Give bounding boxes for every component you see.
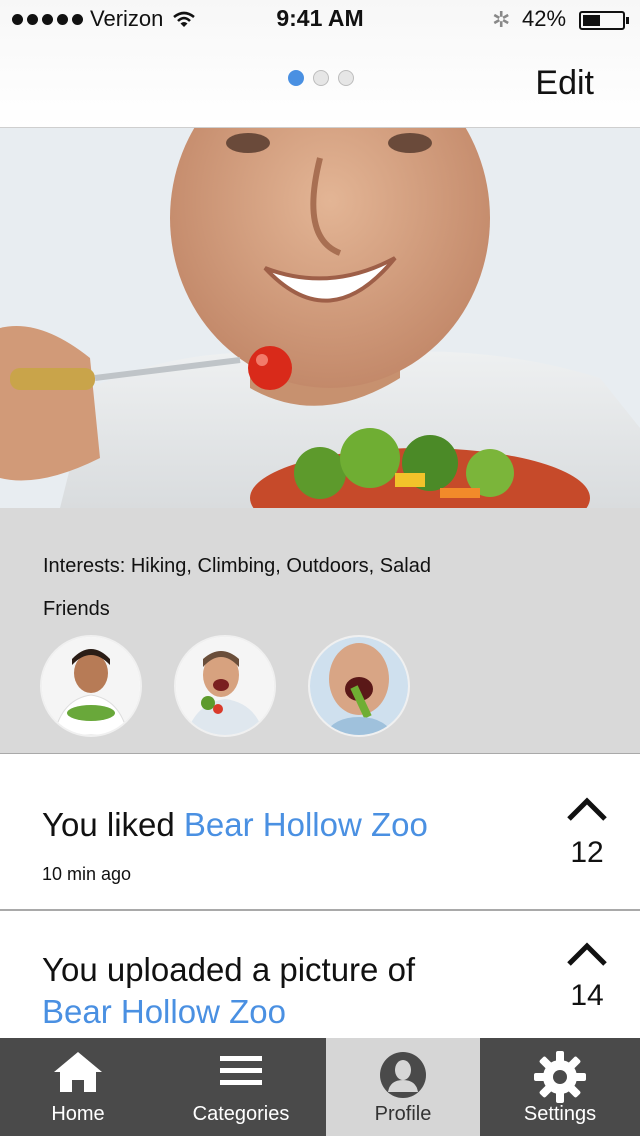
menu-icon <box>220 1056 262 1085</box>
battery-icon <box>579 11 629 30</box>
activity-text: You liked Bear Hollow Zoo <box>42 804 428 846</box>
profile-icon <box>380 1052 426 1098</box>
activity-verb: liked <box>97 806 184 843</box>
bluetooth-icon: ✲ <box>492 7 511 32</box>
tab-home[interactable]: Home <box>0 1038 156 1136</box>
profile-cover-photo <box>0 128 640 508</box>
place-link[interactable]: Bear Hollow Zoo <box>42 993 286 1030</box>
friends-heading: Friends <box>43 598 110 620</box>
place-link[interactable]: Bear Hollow Zoo <box>184 806 428 843</box>
profile-info-panel: Interests: Hiking, Climbing, Outdoors, S… <box>0 508 640 754</box>
gear-icon <box>534 1051 586 1103</box>
upvote-count: 14 <box>570 979 604 1012</box>
cover-photo-illustration <box>0 128 640 508</box>
upvote-count: 12 <box>570 836 604 869</box>
activity-timestamp: 10 min ago <box>42 864 132 884</box>
edit-button[interactable]: Edit <box>535 64 594 103</box>
tab-settings-label: Settings <box>523 1103 597 1125</box>
tab-categories[interactable]: Categories <box>156 1038 326 1136</box>
top-bar: Verizon 9:41 AM ✲ 42% Edit <box>0 0 640 128</box>
battery-percent: 42% <box>522 6 567 31</box>
activity-card[interactable]: You liked Bear Hollow Zoo 10 min ago 12 <box>0 753 640 910</box>
friend-avatar[interactable] <box>40 635 142 737</box>
tab-categories-label: Categories <box>192 1103 290 1125</box>
upvote-icon[interactable] <box>566 796 608 822</box>
friend-avatar[interactable] <box>174 635 276 737</box>
activity-verb: uploaded a picture of <box>97 951 416 988</box>
activity-text: You uploaded a picture of Bear Hollow Zo… <box>42 949 415 1033</box>
tab-settings[interactable]: Settings <box>480 1038 640 1136</box>
friend-avatar[interactable] <box>308 635 410 737</box>
tab-profile-label: Profile <box>374 1103 432 1125</box>
page-indicator[interactable] <box>288 70 354 86</box>
status-bar: Verizon 9:41 AM ✲ 42% <box>0 0 640 40</box>
tab-profile[interactable]: Profile <box>326 1038 480 1136</box>
activity-actor: You <box>42 806 98 843</box>
home-icon <box>54 1052 102 1092</box>
page-dot-2[interactable] <box>313 70 329 86</box>
page-dot-3[interactable] <box>338 70 354 86</box>
upvote-icon[interactable] <box>566 941 608 967</box>
activity-actor: You <box>42 951 98 988</box>
interests-text: Interests: Hiking, Climbing, Outdoors, S… <box>43 555 431 577</box>
page-dot-1[interactable] <box>288 70 304 86</box>
tab-home-label: Home <box>51 1103 105 1125</box>
tab-bar: Home Categories Profile Settings <box>0 1038 640 1136</box>
activity-card[interactable]: You uploaded a picture of Bear Hollow Zo… <box>0 910 640 1038</box>
